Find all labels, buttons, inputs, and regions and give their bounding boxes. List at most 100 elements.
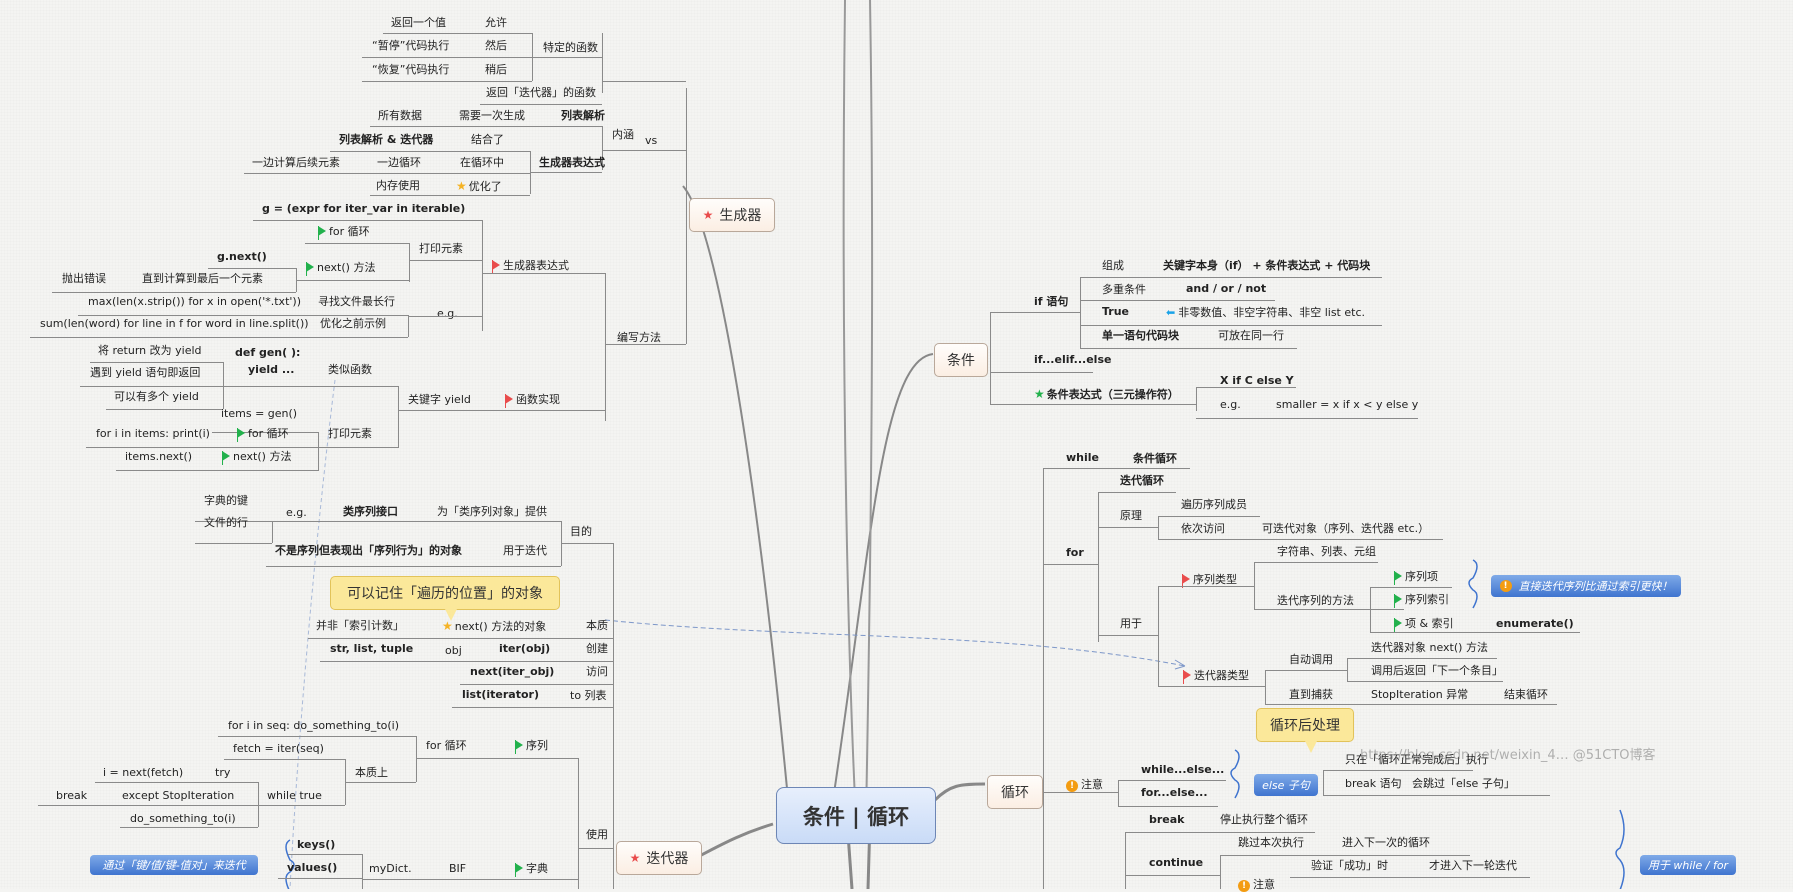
node-text: 组成 xyxy=(1102,259,1124,272)
green-flag-icon xyxy=(515,740,523,754)
node-text: iter(obj) xyxy=(499,642,551,655)
node-returns-iter[interactable]: 返回「迭代器」的函数 xyxy=(486,86,596,100)
node-elif[interactable]: if...elif...else xyxy=(1034,353,1111,367)
node-text: 本质上 xyxy=(355,766,388,779)
central-topic[interactable]: 条件 | 循环 xyxy=(776,787,936,844)
node-func-impl[interactable]: 函数实现 xyxy=(505,393,560,408)
topic-generator[interactable]: ★ 生成器 xyxy=(689,198,775,232)
node-genexp-flag[interactable]: 生成器表达式 xyxy=(492,259,569,274)
node-ternary[interactable]: ★ 条件表达式（三元操作符） xyxy=(1034,387,1179,402)
node-text: X if C else Y xyxy=(1220,374,1294,387)
node-text: while true xyxy=(267,789,322,802)
node-text: for 循环 xyxy=(237,427,289,442)
node-text: 一边循环 xyxy=(377,156,421,169)
node-special-func[interactable]: 特定的函数 xyxy=(543,41,598,55)
mindmap-canvas: ★ 生成器 内涵 特定的函数 返回一个值 允许 “暂停”代码执行 然后 “恢复”代… xyxy=(0,0,1793,892)
node-vs[interactable]: vs xyxy=(645,134,657,148)
node-text: 可放在同一行 xyxy=(1218,329,1284,342)
topic-loop[interactable]: 循环 xyxy=(987,775,1043,809)
summary-else-clause: else 子句 xyxy=(1254,774,1318,796)
topic-iterator[interactable]: ★ 迭代器 xyxy=(616,841,702,875)
node-text: smaller = x if x < y else y xyxy=(1276,398,1419,411)
node-tolist[interactable]: to 列表 xyxy=(570,689,607,703)
node-text: and / or / not xyxy=(1186,282,1267,295)
node-essence[interactable]: 本质 xyxy=(586,619,608,633)
warning-icon: ! xyxy=(1499,580,1512,592)
node-text: 结合了 xyxy=(471,133,504,146)
node-text: 允许 xyxy=(485,16,507,29)
node-note[interactable]: ! 注意 xyxy=(1066,778,1103,792)
node-text: 可迭代对象（序列、迭代器 etc.） xyxy=(1262,522,1430,535)
node-text: BIF xyxy=(449,862,467,875)
node-seq: 序列 xyxy=(515,739,548,754)
node-principle[interactable]: 原理 xyxy=(1120,509,1142,523)
node-text: values() xyxy=(287,861,338,874)
node-for[interactable]: for xyxy=(1066,546,1084,560)
node-text: break 语句 xyxy=(1345,777,1402,790)
arrow-left-icon: ⬅ xyxy=(1166,306,1176,319)
node-text: 跳过本次执行 xyxy=(1238,836,1304,849)
node-text: next(iter_obj) xyxy=(470,665,555,678)
node-usedfor[interactable]: 用于 xyxy=(1120,617,1142,631)
green-flag-icon xyxy=(306,262,314,276)
node-text: try xyxy=(215,766,231,779)
node-while[interactable]: while xyxy=(1066,451,1099,465)
node-create[interactable]: 创建 xyxy=(586,642,608,656)
node-text: ★ next() 方法的对象 xyxy=(442,619,547,633)
node-text: 寻找文件最长行 xyxy=(318,295,395,308)
node-genexp[interactable]: 生成器表达式 xyxy=(539,156,605,170)
node-text: e.g. xyxy=(437,307,458,320)
relation-arrow-2 xyxy=(289,379,336,889)
node-seq-type[interactable]: 序列类型 xyxy=(1182,573,1237,588)
node-text: g.next() xyxy=(217,250,267,263)
node-enumerate: enumerate() xyxy=(1496,617,1574,630)
node-text: 不是序列但表现出「序列行为」的对象 xyxy=(275,544,462,557)
node-if[interactable]: if 语句 xyxy=(1034,295,1068,309)
node-text: do_something_to(i) xyxy=(130,812,236,825)
node-text: 需要一次生成 xyxy=(459,109,525,122)
node-text: next() 方法 xyxy=(222,450,291,465)
node-text: max(len(x.strip()) for x in open('*.txt'… xyxy=(88,295,301,308)
node-continue[interactable]: continue xyxy=(1149,856,1203,870)
watermark: https://blog.csdn.net/weixin_4… @51CTO博客 xyxy=(1360,748,1656,763)
node-text: str, list, tuple xyxy=(330,642,414,655)
node-text: 遇到 yield 语句即返回 xyxy=(90,366,201,379)
node-text: for i in seq: do_something_to(i) xyxy=(228,719,400,732)
node-text: 打印元素 xyxy=(419,242,463,255)
node-optimized: ★ 优化了 xyxy=(456,179,502,193)
node-text: 字典的键 xyxy=(204,494,248,507)
node-text: 多重条件 xyxy=(1102,283,1146,296)
green-flag-icon xyxy=(237,428,245,442)
node-next-method: next() 方法 xyxy=(306,261,375,276)
node-text: 打印元素 xyxy=(328,427,372,440)
node-text: 遍历序列成员 xyxy=(1181,498,1247,511)
node-listcomp[interactable]: 列表解析 xyxy=(561,109,605,123)
node-iter-type[interactable]: 迭代器类型 xyxy=(1183,669,1249,684)
node-text: sum(len(word) for line in f for word in … xyxy=(40,317,309,330)
node-text: for i in items: print(i) xyxy=(96,427,210,440)
node-text: 进入下一次的循环 xyxy=(1342,836,1430,849)
node-text: 列表解析 & 迭代器 xyxy=(339,133,434,146)
node-syntax: g = (expr for iter_var in iterable) xyxy=(262,202,466,215)
node-text: 然后 xyxy=(485,39,507,52)
node-write[interactable]: 编写方法 xyxy=(617,331,661,345)
node-text: 文件的行 xyxy=(204,516,248,529)
green-flag-icon xyxy=(222,451,230,465)
star-icon: ★ xyxy=(702,208,714,222)
node-break[interactable]: break xyxy=(1149,813,1185,827)
node-text: 才进入下一轮迭代 xyxy=(1429,859,1517,872)
summary-while-for: 用于 while / for xyxy=(1640,855,1736,875)
node-neihan[interactable]: 内涵 xyxy=(612,128,634,142)
node-access[interactable]: 访问 xyxy=(586,665,608,679)
node-text: 单一语句代码块 xyxy=(1102,329,1179,342)
node-text: e.g. xyxy=(286,506,307,519)
node-purpose[interactable]: 目的 xyxy=(570,525,592,539)
node-text: 所有数据 xyxy=(378,109,422,122)
topic-condition[interactable]: 条件 xyxy=(934,343,988,377)
node-text: 调用后返回「下一个条目」 xyxy=(1371,664,1503,677)
star-icon: ★ xyxy=(456,179,467,193)
node-use[interactable]: 使用 xyxy=(586,828,608,842)
node-text: 直到计算到最后一个元素 xyxy=(142,272,263,285)
node-text: 为「类序列对象」提供 xyxy=(437,505,547,518)
green-flag-icon xyxy=(318,226,326,240)
